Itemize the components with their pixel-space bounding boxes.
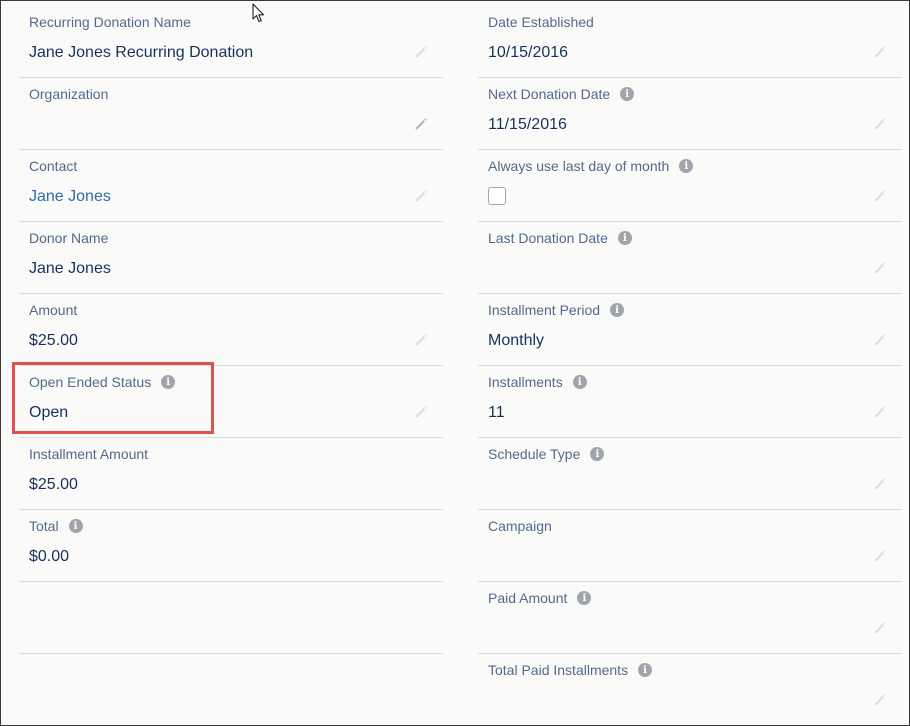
pencil-edit-icon[interactable] <box>872 620 888 636</box>
field-label: Total <box>29 518 59 534</box>
highlight-box <box>12 362 214 434</box>
last-day-checkbox[interactable] <box>488 187 506 205</box>
field-value: 11/15/2016 <box>488 116 567 133</box>
field-label: Recurring Donation Name <box>29 14 191 30</box>
pencil-edit-icon[interactable] <box>413 44 429 60</box>
field-value: Jane Jones <box>29 260 111 277</box>
field-donor-name: Donor Name Jane Jones <box>19 222 443 294</box>
field-paid-amount: Paid Amount i <box>478 582 902 654</box>
pencil-edit-icon[interactable] <box>872 476 888 492</box>
mouse-pointer-icon <box>252 3 266 28</box>
field-label: Installment Period <box>488 302 601 318</box>
field-value: 11 <box>488 404 505 421</box>
field-installment-period: Installment Period i Monthly <box>478 294 902 366</box>
field-schedule-type: Schedule Type i <box>478 438 902 510</box>
field-recurring-donation-name: Recurring Donation Name Jane Jones Recur… <box>19 6 443 78</box>
contact-link[interactable]: Jane Jones <box>29 188 111 206</box>
field-campaign: Campaign <box>478 510 902 582</box>
field-total: Total i $0.00 <box>19 510 443 582</box>
field-value: $25.00 <box>29 476 78 493</box>
field-label: Campaign <box>488 518 552 534</box>
info-icon[interactable]: i <box>620 87 635 101</box>
field-next-donation-date: Next Donation Date i 11/15/2016 <box>478 78 902 150</box>
field-total-paid-installments: Total Paid Installments i <box>478 654 902 725</box>
field-label: Installments <box>488 374 563 390</box>
pencil-edit-icon[interactable] <box>413 404 429 420</box>
pencil-edit-icon[interactable] <box>413 116 429 132</box>
field-label: Installment Amount <box>29 446 149 462</box>
pencil-edit-icon[interactable] <box>872 332 888 348</box>
field-value: $0.00 <box>29 548 70 565</box>
pencil-edit-icon[interactable] <box>413 332 429 348</box>
field-always-use-last-day: Always use last day of month i <box>478 150 902 222</box>
pencil-edit-icon[interactable] <box>872 404 888 420</box>
field-label: Contact <box>29 158 78 174</box>
info-icon[interactable]: i <box>590 447 605 461</box>
field-installments: Installments i 11 <box>478 366 902 438</box>
pencil-edit-icon[interactable] <box>872 188 888 204</box>
field-date-established: Date Established 10/15/2016 <box>478 6 902 78</box>
info-icon[interactable]: i <box>572 375 587 389</box>
field-label: Donor Name <box>29 230 109 246</box>
field-label: Organization <box>29 86 109 102</box>
field-label: Always use last day of month <box>488 158 670 174</box>
field-label: Paid Amount <box>488 590 568 606</box>
pencil-edit-icon[interactable] <box>872 692 888 708</box>
pencil-edit-icon[interactable] <box>872 260 888 276</box>
field-label: Total Paid Installments <box>488 662 629 678</box>
field-last-donation-date: Last Donation Date i <box>478 222 902 294</box>
record-detail-panel: Recurring Donation Name Jane Jones Recur… <box>0 0 910 726</box>
field-label: Last Donation Date <box>488 230 608 246</box>
info-icon[interactable]: i <box>68 519 83 533</box>
pencil-edit-icon[interactable] <box>872 548 888 564</box>
field-installment-amount: Installment Amount $25.00 <box>19 438 443 510</box>
field-label: Next Donation Date <box>488 86 611 102</box>
empty-field-slot <box>19 582 443 654</box>
pencil-edit-icon[interactable] <box>413 188 429 204</box>
field-label: Schedule Type <box>488 446 581 462</box>
field-amount: Amount $25.00 <box>19 294 443 366</box>
info-icon[interactable]: i <box>617 231 632 245</box>
field-label: Amount <box>29 302 78 318</box>
field-value: Monthly <box>488 332 545 349</box>
info-icon[interactable]: i <box>679 159 694 173</box>
field-value: $25.00 <box>29 332 78 349</box>
field-value: 10/15/2016 <box>488 44 569 61</box>
info-icon[interactable]: i <box>638 663 653 677</box>
field-organization: Organization <box>19 78 443 150</box>
right-field-column: Date Established 10/15/2016 Next Donatio… <box>478 6 902 725</box>
pencil-edit-icon[interactable] <box>872 44 888 60</box>
info-icon[interactable]: i <box>610 303 625 317</box>
field-label: Date Established <box>488 14 594 30</box>
pencil-edit-icon[interactable] <box>872 116 888 132</box>
left-field-column: Recurring Donation Name Jane Jones Recur… <box>19 6 443 654</box>
field-value: Jane Jones Recurring Donation <box>29 44 254 61</box>
field-contact: Contact Jane Jones <box>19 150 443 222</box>
info-icon[interactable]: i <box>577 591 592 605</box>
